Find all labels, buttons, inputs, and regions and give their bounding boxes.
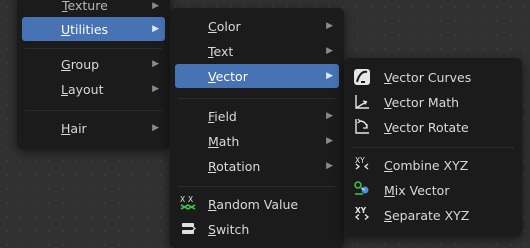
menu-vector: Vector Curves Vector Math Vector Rotate …	[344, 58, 522, 236]
submenu-arrow-icon: ▶	[152, 123, 159, 133]
menu-separator	[25, 110, 162, 111]
menu-item-texture[interactable]: Texture ▶	[22, 0, 165, 18]
menu-item-utilities[interactable]: Utilities ▶	[22, 17, 165, 41]
menu-item-combine-xyz[interactable]: XY Combine XYZ	[349, 153, 517, 177]
menu-item-label: Vector	[208, 68, 248, 84]
menu-item-random-value[interactable]: X X Random Value	[175, 192, 339, 216]
submenu-arrow-icon: ▶	[326, 71, 333, 81]
menu-item-label: Switch	[208, 221, 250, 237]
menu-item-hair[interactable]: Hair ▶	[22, 116, 165, 140]
menu-item-group[interactable]: Group ▶	[22, 52, 165, 76]
random-value-icon: X X	[180, 195, 196, 210]
menu-item-label: Combine XYZ	[384, 157, 469, 173]
menu-add-categories: Texture ▶ Utilities ▶ Group ▶ Layout ▶ H…	[17, 0, 170, 149]
menu-item-label: Group	[61, 56, 100, 72]
svg-text:XY: XY	[355, 206, 367, 215]
menu-item-label: Text	[208, 43, 234, 59]
menu-item-color[interactable]: Color ▶	[175, 14, 339, 38]
menu-item-label: Utilities	[61, 21, 109, 37]
menu-item-mix-vector[interactable]: Mix Vector	[349, 178, 517, 202]
menu-item-label: Vector Curves	[384, 69, 472, 85]
submenu-arrow-icon: ▶	[326, 136, 333, 146]
combine-xyz-icon: XY	[355, 156, 369, 170]
menu-utilities: Color ▶ Text ▶ Vector ▶ Field ▶ Math ▶ R…	[170, 8, 344, 248]
menu-item-label: Math	[208, 133, 240, 149]
menu-item-layout[interactable]: Layout ▶	[22, 77, 165, 101]
vector-rotate-icon	[355, 118, 369, 134]
menu-item-label: Color	[208, 18, 241, 34]
menu-item-math[interactable]: Math ▶	[175, 129, 339, 153]
menu-item-label: Texture	[62, 0, 108, 13]
svg-text:X: X	[180, 195, 185, 204]
menu-item-rotation[interactable]: Rotation ▶	[175, 154, 339, 178]
menu-separator	[178, 186, 336, 187]
menu-item-label: Vector Math	[384, 94, 460, 110]
submenu-arrow-icon: ▶	[152, 24, 159, 34]
menu-item-vector-curves[interactable]: Vector Curves	[349, 65, 517, 89]
submenu-arrow-icon: ▶	[152, 84, 159, 94]
menu-item-label: Field	[208, 108, 237, 124]
vector-curves-icon	[354, 69, 370, 85]
menu-item-vector-math[interactable]: Vector Math	[349, 90, 517, 114]
menu-item-label: Rotation	[208, 158, 261, 174]
menu-item-text[interactable]: Text ▶	[175, 39, 339, 63]
submenu-arrow-icon: ▶	[152, 59, 159, 69]
menu-item-label: Vector Rotate	[384, 119, 469, 135]
menu-item-label: Hair	[61, 120, 87, 136]
submenu-arrow-icon: ▶	[326, 21, 333, 31]
menu-item-label: Mix Vector	[384, 182, 450, 198]
vector-math-icon	[355, 95, 369, 109]
menu-item-label: Layout	[61, 81, 104, 97]
svg-text:X: X	[188, 195, 193, 204]
menu-separator	[25, 48, 162, 49]
submenu-arrow-icon: ▶	[152, 1, 159, 11]
menu-item-vector[interactable]: Vector ▶	[175, 64, 339, 88]
separate-xyz-icon: XY	[354, 206, 370, 220]
switch-icon	[182, 223, 196, 234]
menu-separator	[352, 147, 514, 148]
submenu-arrow-icon: ▶	[326, 161, 333, 171]
submenu-arrow-icon: ▶	[326, 111, 333, 121]
menu-item-label: Random Value	[208, 196, 299, 212]
menu-item-field[interactable]: Field ▶	[175, 104, 339, 128]
menu-item-separate-xyz[interactable]: XY Separate XYZ	[349, 203, 517, 227]
menu-separator	[178, 98, 336, 99]
mix-vector-icon	[354, 181, 369, 195]
menu-item-label: Separate XYZ	[384, 207, 470, 223]
menu-item-switch[interactable]: Switch	[175, 217, 339, 241]
menu-item-vector-rotate[interactable]: Vector Rotate	[349, 115, 517, 139]
submenu-arrow-icon: ▶	[326, 46, 333, 56]
